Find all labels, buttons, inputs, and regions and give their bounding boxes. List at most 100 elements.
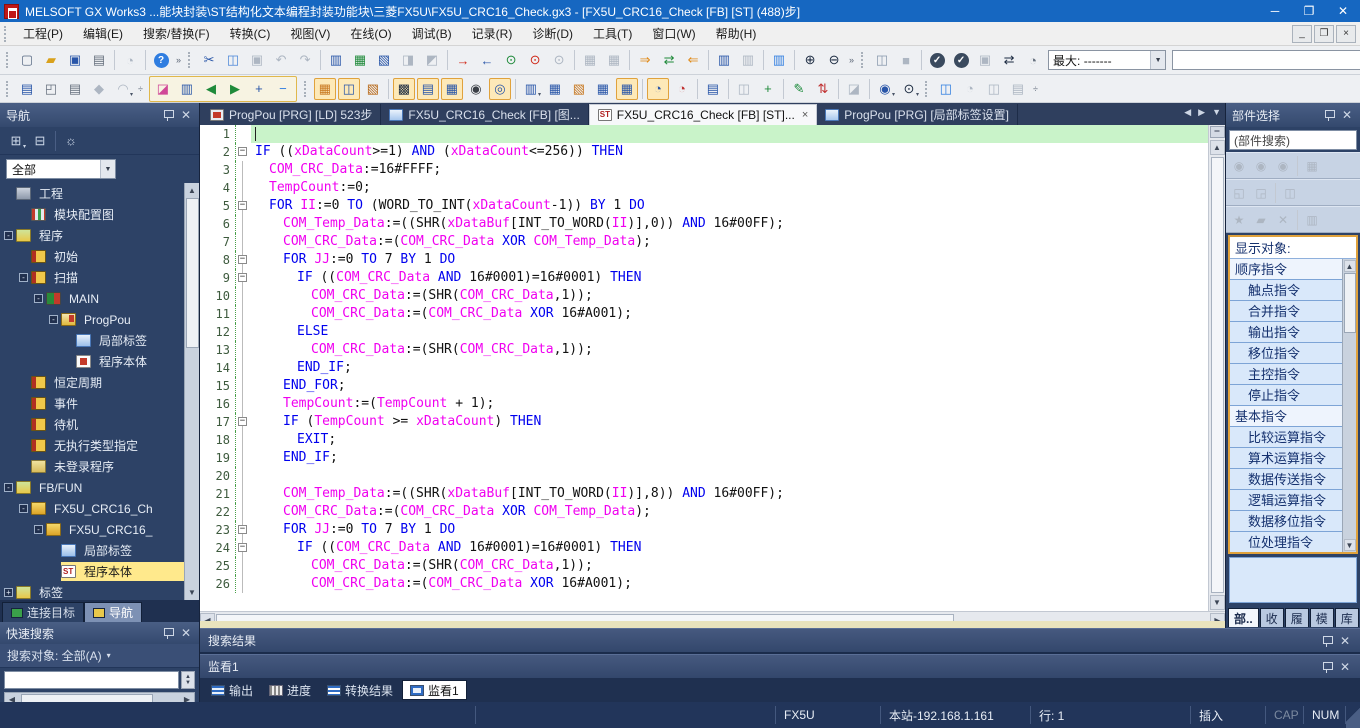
dev-stack-icon[interactable]: ▧ bbox=[568, 78, 590, 100]
tree-scrollbar[interactable]: ▲▼ bbox=[184, 183, 199, 600]
comment-add-icon[interactable]: + bbox=[248, 78, 270, 100]
parts-tab-收[interactable]: 收 bbox=[1260, 608, 1284, 627]
menu-item-10[interactable]: 窗口(W) bbox=[642, 22, 705, 46]
editor-tab-lbl[interactable]: FX5U_CRC16_Check [FB] [图... bbox=[381, 104, 588, 125]
device-read-icon[interactable]: ▧ bbox=[373, 49, 395, 71]
watch-stop-icon[interactable]: ◔ bbox=[671, 78, 693, 100]
code-line-18[interactable]: 18EXIT; bbox=[200, 431, 1208, 449]
find-device2-icon[interactable]: ⊙ bbox=[524, 49, 546, 71]
device-mem-icon[interactable]: ▦ bbox=[579, 49, 601, 71]
code-line-3[interactable]: 3COM_CRC_Data:=16#FFFF; bbox=[200, 161, 1208, 179]
scroll-thumb[interactable] bbox=[1344, 273, 1356, 333]
toolbar-overflow-icon[interactable]: » bbox=[846, 55, 857, 65]
dev-comment-icon[interactable]: ▥▾ bbox=[520, 78, 542, 100]
zoom-out-icon[interactable]: ⊖ bbox=[823, 49, 845, 71]
tree-item-未登录程序[interactable]: 未登录程序 bbox=[0, 456, 199, 477]
fold-collapse-icon[interactable]: − bbox=[238, 255, 247, 264]
delete-icon[interactable]: ✕ bbox=[1273, 210, 1293, 230]
fold-collapse-icon[interactable]: − bbox=[238, 273, 247, 282]
tree-expand-icon[interactable]: - bbox=[49, 315, 58, 324]
code-line-6[interactable]: 6COM_Temp_Data:=((SHR(xDataBuf[INT_TO_WO… bbox=[200, 215, 1208, 233]
settings-gear-icon[interactable]: ☼ bbox=[60, 130, 82, 152]
tree-expand-icon[interactable]: - bbox=[34, 294, 43, 303]
menu-item-3[interactable]: 转换(C) bbox=[220, 22, 281, 46]
find-all-icon[interactable]: ◉ bbox=[1273, 156, 1293, 176]
code-line-24[interactable]: 24−IF ((COM_CRC_Data AND 16#0001)=16#000… bbox=[200, 539, 1208, 557]
transfer-icon[interactable]: ⇄ bbox=[998, 49, 1020, 71]
scroll-down-icon[interactable]: ▼ bbox=[1210, 595, 1225, 610]
code-line-8[interactable]: 8−FOR JJ:=0 TO 7 BY 1 DO bbox=[200, 251, 1208, 269]
instruction-category-主控指令[interactable]: 主控指令 bbox=[1230, 364, 1356, 385]
instruction-category-位处理指令[interactable]: 位处理指令 bbox=[1230, 532, 1356, 552]
toolbar-overflow-icon[interactable]: » bbox=[173, 55, 184, 65]
dev-grid-icon[interactable]: ▦ bbox=[592, 78, 614, 100]
gray2-icon[interactable]: ◫ bbox=[983, 78, 1005, 100]
toolbar-overflow-icon[interactable]: ÷ bbox=[1030, 84, 1041, 94]
help-icon[interactable]: ? bbox=[150, 49, 172, 71]
close-icon[interactable]: ✕ bbox=[179, 626, 193, 640]
list-icon[interactable]: ▤ bbox=[64, 78, 86, 100]
code-line-17[interactable]: 17−IF (TempCount >= xDataCount) THEN bbox=[200, 413, 1208, 431]
tree-item-初始[interactable]: 初始 bbox=[0, 246, 199, 267]
user-icon[interactable]: ◆ bbox=[88, 78, 110, 100]
tree-item-FX5U_CRC16_[interactable]: -FX5U_CRC16_ bbox=[0, 519, 199, 540]
scroll-down-icon[interactable]: ▼ bbox=[1344, 539, 1356, 551]
editor-tab-ld[interactable]: ProgPou [PRG] [LD] 523步 bbox=[202, 104, 381, 125]
device-write-icon[interactable]: ▥ bbox=[325, 49, 347, 71]
monitor-stop-icon[interactable]: ▥ bbox=[737, 49, 759, 71]
menu-item-9[interactable]: 工具(T) bbox=[583, 22, 642, 46]
menu-item-6[interactable]: 调试(B) bbox=[402, 22, 462, 46]
find-prev-icon[interactable]: ◀ bbox=[200, 78, 222, 100]
st-code-editor[interactable]: 12−IF ((xDataCount>=1) AND (xDataCount<=… bbox=[200, 125, 1208, 611]
print-icon[interactable]: ▤ bbox=[88, 49, 110, 71]
code-line-4[interactable]: 4TempCount:=0; bbox=[200, 179, 1208, 197]
fold-collapse-icon[interactable]: − bbox=[238, 417, 247, 426]
search-target-dropdown[interactable]: 搜索对象: 全部(A) ▾ bbox=[0, 644, 199, 668]
folder-icon[interactable]: ▰ bbox=[1251, 210, 1271, 230]
place-down-icon[interactable]: ◱ bbox=[1229, 183, 1249, 203]
view-lines-icon[interactable]: ▤ bbox=[417, 78, 439, 100]
dock-tab-输出[interactable]: 输出 bbox=[204, 680, 260, 700]
dock-tab-转换结果[interactable]: 转换结果 bbox=[320, 680, 400, 700]
menu-item-1[interactable]: 编辑(E) bbox=[73, 22, 133, 46]
editor-tab-st[interactable]: STFX5U_CRC16_Check [FB] [ST]...× bbox=[589, 104, 818, 125]
pin-icon[interactable] bbox=[163, 627, 173, 639]
menu-item-2[interactable]: 搜索/替换(F) bbox=[133, 22, 220, 46]
menu-item-4[interactable]: 视图(V) bbox=[280, 22, 340, 46]
tree-item-程序本体[interactable]: ST程序本体 bbox=[0, 561, 199, 582]
instruction-category-合并指令[interactable]: 合并指令 bbox=[1230, 301, 1356, 322]
chip-icon[interactable]: ▩ bbox=[393, 78, 415, 100]
scroll-up-icon[interactable]: ▲ bbox=[1344, 260, 1356, 272]
device-terminal-icon[interactable]: ▦ bbox=[349, 49, 371, 71]
code-line-10[interactable]: 10COM_CRC_Data:=(SHR(COM_CRC_Data,1)); bbox=[200, 287, 1208, 305]
open-project-icon[interactable]: ▰ bbox=[40, 49, 62, 71]
gray-tool-icon[interactable]: ◫ bbox=[733, 78, 755, 100]
refresh-icon[interactable]: ◫ bbox=[1280, 183, 1300, 203]
editor-tab-lbl[interactable]: ProgPou [PRG] [局部标签设置] bbox=[817, 104, 1018, 125]
export-icon[interactable]: → bbox=[452, 49, 474, 71]
find-next-icon[interactable]: ▶ bbox=[224, 78, 246, 100]
st-convert-icon[interactable]: ◪ bbox=[152, 78, 174, 100]
import-icon[interactable]: ← bbox=[476, 49, 498, 71]
dialog-icon[interactable]: ◰ bbox=[40, 78, 62, 100]
fold-collapse-icon[interactable]: − bbox=[238, 543, 247, 552]
window-close-button[interactable]: ✕ bbox=[1326, 0, 1360, 22]
fold-collapse-icon[interactable]: − bbox=[238, 147, 247, 156]
code-line-9[interactable]: 9−IF ((COM_CRC_Data AND 16#0001)=16#0001… bbox=[200, 269, 1208, 287]
jump-comment-icon[interactable]: ⇒ bbox=[634, 49, 656, 71]
save-project-icon[interactable]: ▣ bbox=[64, 49, 86, 71]
pin-icon[interactable] bbox=[163, 109, 173, 121]
add-table-icon[interactable]: ▦ bbox=[1302, 156, 1322, 176]
code-line-20[interactable]: 20 bbox=[200, 467, 1208, 485]
nav-tab-连接目标[interactable]: 连接目标 bbox=[2, 602, 84, 622]
parts-tab-库[interactable]: 库 bbox=[1335, 608, 1359, 627]
split-handle-icon[interactable]: ═ bbox=[1210, 126, 1225, 138]
scroll-up-icon[interactable]: ▲ bbox=[185, 183, 200, 198]
tree-collapse-icon[interactable]: ⊞▾ bbox=[5, 130, 27, 152]
close-icon[interactable]: ✕ bbox=[1340, 108, 1354, 122]
find-icon[interactable]: ◉ bbox=[1229, 156, 1249, 176]
code-line-21[interactable]: 21COM_Temp_Data:=((SHR(xDataBuf[INT_TO_W… bbox=[200, 485, 1208, 503]
eye-device-icon[interactable]: ◉▾ bbox=[874, 78, 896, 100]
code-line-11[interactable]: 11COM_CRC_Data:=(COM_CRC_Data XOR 16#A00… bbox=[200, 305, 1208, 323]
history-icon[interactable]: ◔ bbox=[119, 49, 141, 71]
